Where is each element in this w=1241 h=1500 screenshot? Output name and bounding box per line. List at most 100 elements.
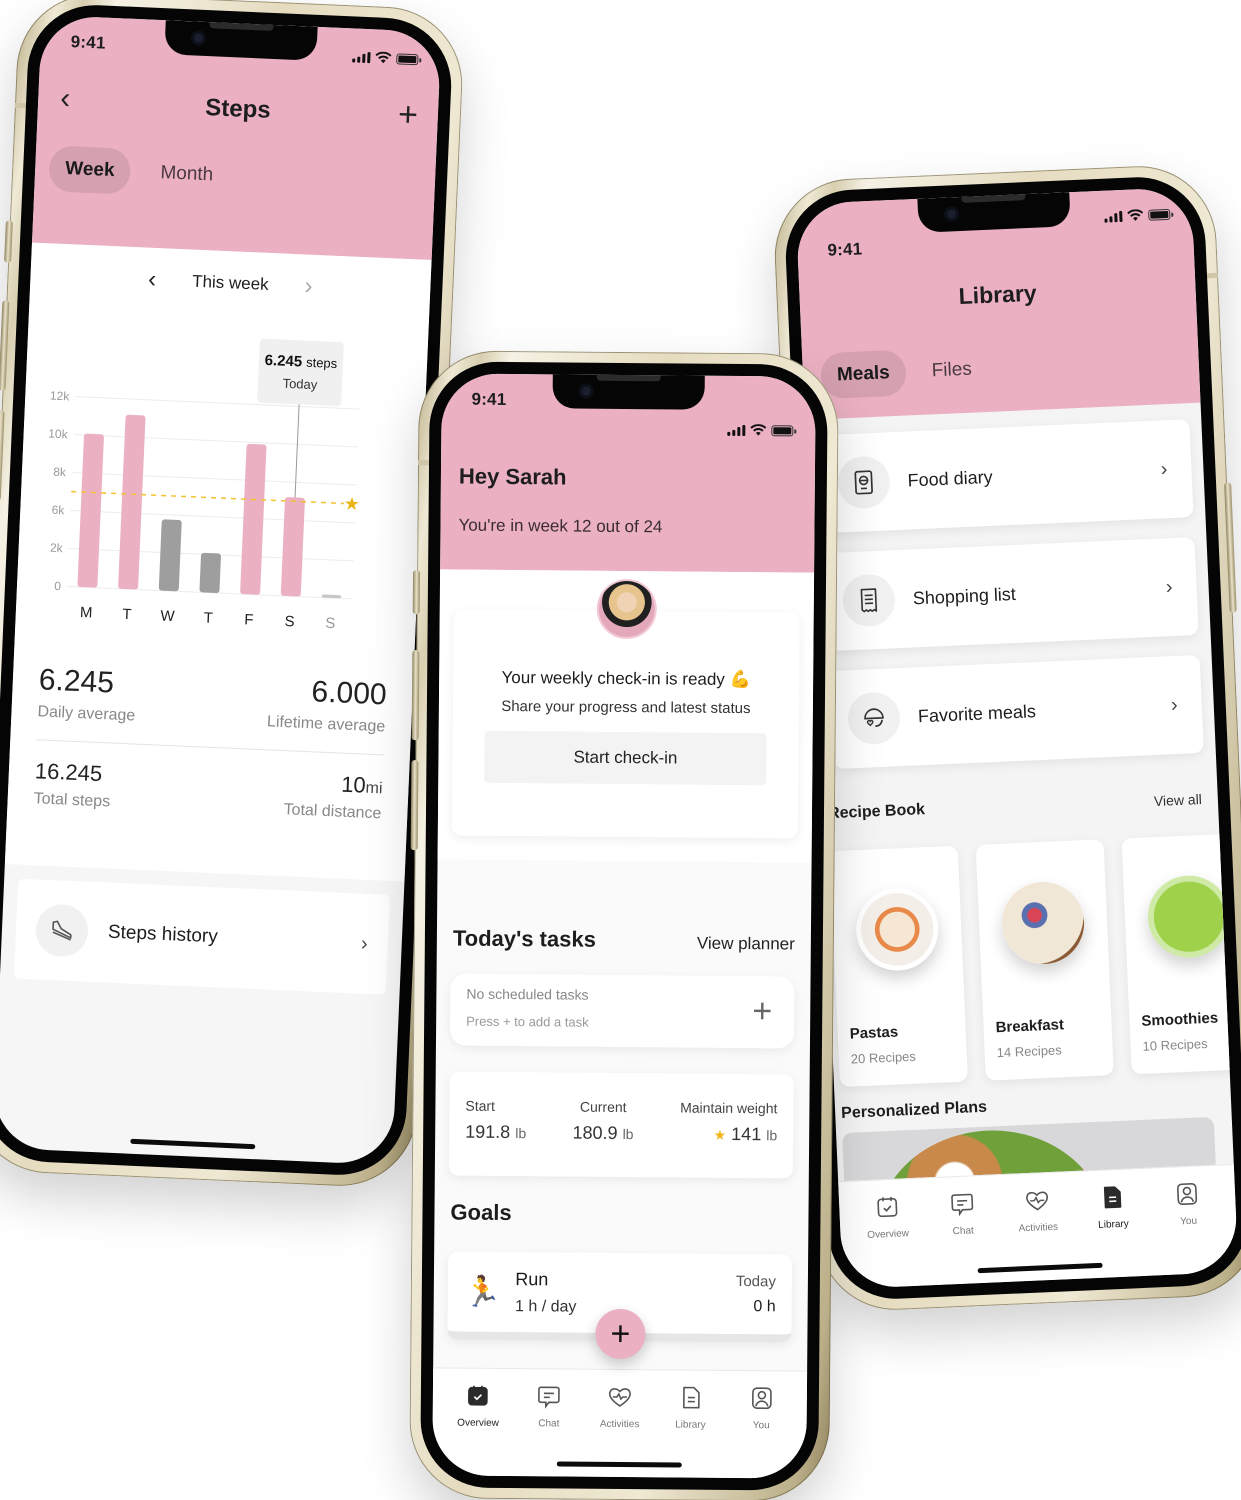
program-progress: You're in week 12 out of 24: [458, 515, 663, 537]
add-task-button[interactable]: +: [752, 992, 772, 1031]
recipe-card[interactable]: Pastas 20 Recipes: [829, 845, 968, 1088]
battery-icon: [396, 52, 419, 65]
x-tick-label: S: [284, 613, 295, 630]
recipe-card[interactable]: Smoothies 10 Recipes: [1121, 832, 1239, 1075]
favorite-meals-row[interactable]: Favorite meals ›: [829, 654, 1204, 770]
weight-summary-card[interactable]: Start 191.8 lb Current 180.9 lb Maintain…: [448, 1071, 794, 1179]
notch: [552, 374, 705, 410]
notch: [917, 192, 1071, 233]
gridline: [73, 434, 359, 448]
home-indicator: [130, 1138, 256, 1150]
tab-label: Activities: [1018, 1221, 1059, 1235]
weight-start: Start 191.8 lb: [465, 1097, 527, 1143]
heart-pulse-icon: [607, 1384, 633, 1413]
add-fab-button[interactable]: +: [595, 1308, 646, 1360]
user-icon: [1174, 1180, 1201, 1210]
next-week-button[interactable]: ›: [304, 273, 313, 301]
greeting: Hey Sarah: [458, 463, 567, 490]
chat-icon: [948, 1190, 975, 1220]
section-title: Recipe Book: [827, 801, 926, 823]
daily-average: 6.245 Daily average: [37, 663, 136, 725]
recipe-card[interactable]: Breakfast 14 Recipes: [975, 839, 1114, 1081]
user-icon: [748, 1385, 774, 1414]
start-checkin-button[interactable]: Start check-in: [484, 730, 767, 786]
y-tick-label: 6k: [51, 503, 65, 518]
chat-icon: [536, 1383, 562, 1412]
tasks-empty-card: No scheduled tasks Press + to add a task…: [449, 973, 795, 1049]
add-steps-button[interactable]: +: [397, 95, 418, 134]
wifi-icon: [375, 51, 392, 64]
recipe-carousel: Pastas 20 Recipes Breakfast 14 Recipes S…: [829, 832, 1239, 1088]
steps-stats: 6.245 Daily average 6.000 Lifetime avera…: [4, 644, 415, 882]
tab-overview[interactable]: Overview: [856, 1193, 920, 1289]
lifetime-average: 6.000 Lifetime average: [266, 675, 388, 736]
tab-you[interactable]: You: [731, 1385, 792, 1479]
tab-files[interactable]: Files: [915, 346, 989, 395]
tooltip-value: 6.245 steps: [264, 352, 338, 372]
previous-week-button[interactable]: ‹: [148, 266, 157, 294]
receipt-list-icon: [841, 573, 896, 628]
tab-label: Activities: [599, 1418, 640, 1431]
phone-overview-screen: 9:41 Hey Sarah You're in week 12 out of …: [408, 350, 840, 1500]
volume-down-button: [410, 760, 419, 851]
tab-overview[interactable]: Overview: [448, 1382, 509, 1476]
view-planner-link[interactable]: View planner: [697, 934, 795, 955]
bar-0: [77, 433, 104, 588]
tab-month[interactable]: Month: [143, 149, 230, 199]
star-icon: ★: [713, 1126, 727, 1143]
chevron-right-icon: ›: [1170, 693, 1179, 716]
coach-avatar[interactable]: [598, 580, 656, 638]
tab-label: You: [752, 1420, 770, 1432]
tab-label: Chat: [952, 1225, 975, 1238]
wifi-icon: [750, 424, 767, 436]
front-camera: [578, 383, 594, 399]
signal-icon: [727, 424, 746, 436]
library-tabs: Meals Files: [820, 346, 989, 400]
chevron-right-icon: ›: [1165, 575, 1174, 598]
x-tick-label: T: [122, 606, 132, 623]
view-all-link[interactable]: View all: [1154, 791, 1203, 809]
tab-week[interactable]: Week: [48, 145, 132, 195]
y-tick-label: 12k: [50, 389, 71, 404]
gridline: [70, 510, 356, 524]
checkin-title: Your weekly check-in is ready 💪: [501, 667, 751, 690]
battery-icon: [1148, 208, 1171, 221]
period-tabs: Week Month: [48, 145, 230, 199]
pasta-image: [854, 886, 940, 973]
gridline: [71, 472, 357, 486]
section-title: Goals: [450, 1199, 512, 1226]
weight-current: Current 180.9 lb: [572, 1098, 634, 1143]
y-tick-label: 8k: [53, 465, 67, 480]
x-tick-label: M: [80, 604, 93, 622]
sneaker-icon: [34, 903, 90, 958]
tooltip-connector: [294, 404, 300, 498]
period-label: This week: [191, 271, 270, 294]
bar-5: [280, 497, 305, 597]
tooltip-unit: steps: [306, 355, 338, 371]
signal-icon: [352, 51, 371, 63]
goals-header: Goals: [450, 1199, 792, 1228]
tab-you[interactable]: You: [1157, 1180, 1221, 1276]
steps-history-row[interactable]: Steps history ›: [13, 878, 390, 995]
tab-meals[interactable]: Meals: [820, 349, 907, 400]
runner-icon: 🏃: [463, 1275, 502, 1309]
tooltip-label: Today: [282, 376, 318, 393]
notch: [164, 20, 318, 61]
plus-icon: +: [752, 992, 773, 1031]
page-title: Steps: [204, 94, 272, 124]
goal-line: [71, 490, 344, 505]
steps-history-label: Steps history: [107, 921, 219, 948]
meals-menu: Food diary › Shopping list › Favorite me…: [819, 419, 1204, 770]
x-tick-label: T: [203, 609, 213, 626]
food-diary-row[interactable]: Food diary ›: [819, 419, 1194, 534]
tasks-header: Today's tasks View planner: [453, 926, 795, 955]
calendar-check-icon: [465, 1383, 491, 1412]
chevron-right-icon: ›: [360, 932, 369, 955]
section-title: Personalized Plans: [840, 1098, 988, 1123]
x-tick-label: S: [325, 615, 336, 632]
bar-3: [199, 552, 221, 593]
document-icon: [678, 1384, 704, 1413]
status-time: 9:41: [827, 239, 863, 260]
shopping-list-row[interactable]: Shopping list ›: [824, 537, 1199, 652]
front-camera: [943, 206, 960, 222]
